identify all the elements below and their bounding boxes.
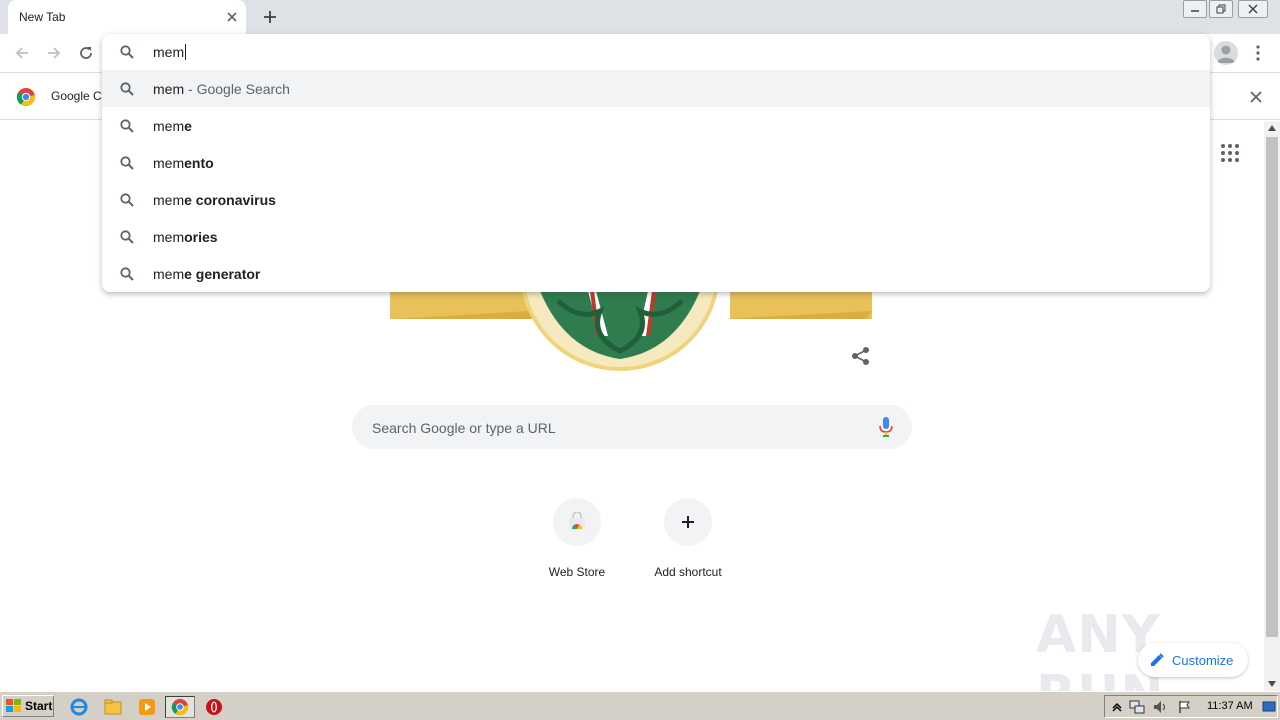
suggestion-text: memento (153, 155, 214, 171)
page-scrollbar[interactable] (1264, 121, 1280, 691)
omnibox-suggestion[interactable]: mem - Google Search (102, 70, 1210, 107)
network-icon[interactable] (1129, 699, 1145, 715)
suggestion-prefix: mem (153, 155, 185, 171)
internet-explorer-icon[interactable] (68, 696, 90, 718)
action-center-flag-icon[interactable] (1177, 699, 1193, 715)
omnibox-suggestion[interactable]: meme coronavirus (102, 181, 1210, 218)
window-close-button[interactable] (1238, 0, 1268, 18)
ntp-search-box[interactable]: Search Google or type a URL (352, 405, 912, 449)
show-desktop-icon[interactable] (1261, 699, 1277, 715)
scroll-thumb[interactable] (1266, 137, 1278, 637)
scroll-up-arrow-icon[interactable] (1264, 121, 1280, 135)
microphone-icon[interactable] (876, 416, 896, 438)
suggestion-description: - Google Search (184, 81, 290, 97)
suggestion-completion: e coronavirus (184, 192, 276, 208)
suggestion-completion: ento (184, 155, 214, 171)
search-icon (119, 44, 135, 60)
infobar-message: Google Cl (51, 89, 105, 103)
omnibox-input[interactable]: mem (102, 34, 1210, 70)
infobar-close-icon[interactable] (1246, 87, 1266, 107)
forward-arrow-icon[interactable] (41, 40, 67, 66)
suggestion-prefix: mem (153, 192, 185, 208)
google-apps-icon[interactable] (1220, 143, 1240, 163)
search-icon (119, 266, 135, 282)
webstore-icon (553, 498, 601, 546)
scroll-down-arrow-icon[interactable] (1264, 677, 1280, 691)
omnibox-suggestion[interactable]: memento (102, 144, 1210, 181)
suggestion-text: meme coronavirus (153, 192, 276, 208)
omnibox-text: mem (153, 44, 187, 60)
suggestion-completion: e (184, 118, 192, 134)
shortcut-label: Web Store (548, 565, 606, 579)
tray-expand-icon[interactable] (1109, 699, 1125, 715)
taskbar-clock[interactable]: 11:37 AM (1207, 700, 1253, 712)
pencil-icon (1150, 653, 1164, 667)
volume-icon[interactable] (1153, 699, 1169, 715)
start-label: Start (25, 699, 53, 713)
back-arrow-icon[interactable] (9, 40, 35, 66)
omnibox-dropdown: mem mem - Google Search meme memento meme c… (102, 34, 1210, 292)
suggestion-prefix: mem (153, 81, 185, 97)
reload-icon[interactable] (73, 40, 99, 66)
shortcut-add[interactable]: Add shortcut (632, 496, 744, 588)
windows-taskbar: Start 11:37 AM (0, 691, 1280, 720)
system-tray: 11:37 AM (1104, 695, 1278, 718)
shortcut-web-store[interactable]: Web Store (521, 496, 633, 588)
start-button[interactable]: Start (2, 695, 54, 717)
share-icon[interactable] (850, 345, 872, 367)
tab-title: New Tab (19, 10, 66, 24)
shortcut-label: Add shortcut (654, 565, 722, 579)
search-icon (119, 229, 135, 245)
text-caret (185, 44, 187, 60)
omnibox-suggestion[interactable]: meme (102, 107, 1210, 144)
suggestion-prefix: mem (153, 266, 185, 282)
profile-avatar-icon[interactable] (1214, 41, 1238, 65)
customize-button[interactable]: Customize (1138, 643, 1248, 677)
search-icon (119, 81, 135, 97)
tab-close-icon[interactable] (224, 9, 240, 25)
chrome-taskbar-icon[interactable] (165, 696, 195, 718)
browser-menu-icon[interactable] (1248, 41, 1268, 65)
omnibox-suggestion[interactable]: meme generator (102, 255, 1210, 292)
search-icon (119, 118, 135, 134)
window-restore-button[interactable] (1209, 0, 1233, 18)
suggestion-text: mem - Google Search (153, 81, 290, 97)
suggestion-text: meme (153, 118, 192, 134)
tab-new-tab[interactable]: New Tab (8, 0, 246, 34)
suggestion-text: meme generator (153, 266, 260, 282)
search-icon (119, 192, 135, 208)
chrome-logo-icon (16, 87, 36, 107)
search-placeholder: Search Google or type a URL (372, 420, 556, 436)
plus-icon (664, 498, 712, 546)
suggestion-completion: e generator (184, 266, 261, 282)
omnibox-typed-text: mem (153, 44, 185, 60)
tab-strip: New Tab (0, 0, 1280, 34)
search-icon (119, 155, 135, 171)
window-minimize-button[interactable] (1183, 0, 1207, 18)
suggestion-completion: ories (184, 229, 218, 245)
omnibox-suggestion[interactable]: memories (102, 218, 1210, 255)
media-player-icon[interactable] (136, 696, 158, 718)
customize-label: Customize (1172, 653, 1234, 668)
windows-flag-icon (6, 699, 22, 713)
new-tab-plus-icon[interactable] (258, 6, 282, 28)
opera-icon[interactable] (203, 696, 225, 718)
screen: New Tab Google Cl Search Google or type … (0, 0, 1280, 720)
suggestion-text: memories (153, 229, 218, 245)
suggestion-prefix: mem (153, 118, 185, 134)
suggestion-prefix: mem (153, 229, 185, 245)
file-explorer-icon[interactable] (102, 696, 124, 718)
